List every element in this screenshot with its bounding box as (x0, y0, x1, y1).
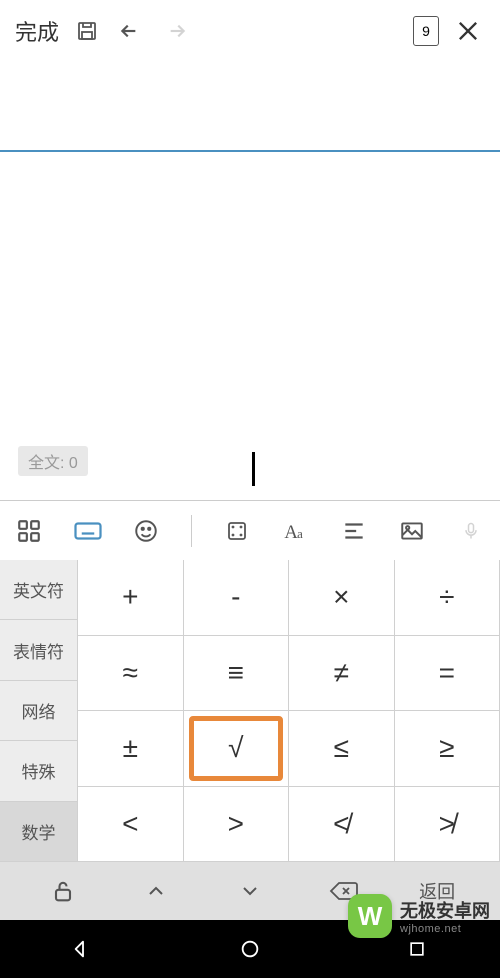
key-sqrt[interactable]: √ (184, 711, 290, 787)
editor-area[interactable]: 全文: 0 (0, 62, 500, 500)
top-toolbar: 完成 9 (0, 0, 500, 62)
key-approx[interactable]: ≈ (78, 636, 184, 712)
nav-home-button[interactable] (220, 929, 280, 969)
key-not-lt[interactable]: ≮ (289, 787, 395, 863)
undo-icon[interactable] (115, 15, 147, 47)
editor-content[interactable]: 全文: 0 (0, 152, 500, 500)
lock-button[interactable] (16, 862, 110, 920)
align-icon[interactable] (337, 513, 371, 549)
watermark: W 无极安卓网 wjhome.net (348, 894, 490, 938)
key-identical[interactable]: ≡ (184, 636, 290, 712)
key-not-equal[interactable]: ≠ (289, 636, 395, 712)
key-not-gt[interactable]: ≯ (395, 787, 500, 863)
image-icon[interactable] (395, 513, 429, 549)
title-field[interactable] (0, 62, 500, 152)
watermark-title: 无极安卓网 (400, 897, 490, 923)
key-divide[interactable]: ÷ (395, 560, 500, 636)
font-icon[interactable]: Aa (278, 513, 312, 549)
symbol-keyboard: 英文符 表情符 网络 特殊 数学 + - × ÷ ≈ ≡ ≠ = ± √ ≤ ≥… (0, 560, 500, 920)
text-cursor (252, 452, 255, 486)
key-gt[interactable]: > (184, 787, 290, 863)
key-minus[interactable]: - (184, 560, 290, 636)
microphone-icon (454, 513, 488, 549)
key-lte[interactable]: ≤ (289, 711, 395, 787)
close-button[interactable] (451, 14, 485, 48)
key-multiply[interactable]: × (289, 560, 395, 636)
watermark-subtitle: wjhome.net (400, 923, 490, 935)
nav-back-button[interactable] (53, 929, 113, 969)
done-button[interactable]: 完成 (15, 11, 59, 51)
redo-icon (159, 15, 191, 47)
key-plus[interactable]: + (78, 560, 184, 636)
category-special[interactable]: 特殊 (0, 741, 78, 801)
format-toolbar: Aa (0, 500, 500, 560)
category-emoji-symbols[interactable]: 表情符 (0, 620, 78, 680)
category-english-symbols[interactable]: 英文符 (0, 560, 78, 620)
word-count-badge: 全文: 0 (18, 446, 88, 476)
category-math[interactable]: 数学 (0, 802, 78, 862)
up-chevron-button[interactable] (110, 862, 204, 920)
emoji-icon[interactable] (129, 513, 163, 549)
key-lt[interactable]: < (78, 787, 184, 863)
fullscreen-icon[interactable] (220, 513, 254, 549)
save-icon[interactable] (71, 15, 103, 47)
apps-icon[interactable] (12, 513, 46, 549)
divider (191, 515, 192, 547)
category-list: 英文符 表情符 网络 特殊 数学 (0, 560, 78, 862)
key-plus-minus[interactable]: ± (78, 711, 184, 787)
symbol-grid: + - × ÷ ≈ ≡ ≠ = ± √ ≤ ≥ < > ≮ ≯ (78, 560, 500, 862)
category-network[interactable]: 网络 (0, 681, 78, 741)
watermark-logo: W (348, 894, 392, 938)
keyboard-icon[interactable] (70, 513, 104, 549)
key-equal[interactable]: = (395, 636, 500, 712)
key-gte[interactable]: ≥ (395, 711, 500, 787)
down-chevron-button[interactable] (203, 862, 297, 920)
page-number-badge[interactable]: 9 (413, 16, 439, 46)
svg-text:a: a (297, 527, 303, 541)
